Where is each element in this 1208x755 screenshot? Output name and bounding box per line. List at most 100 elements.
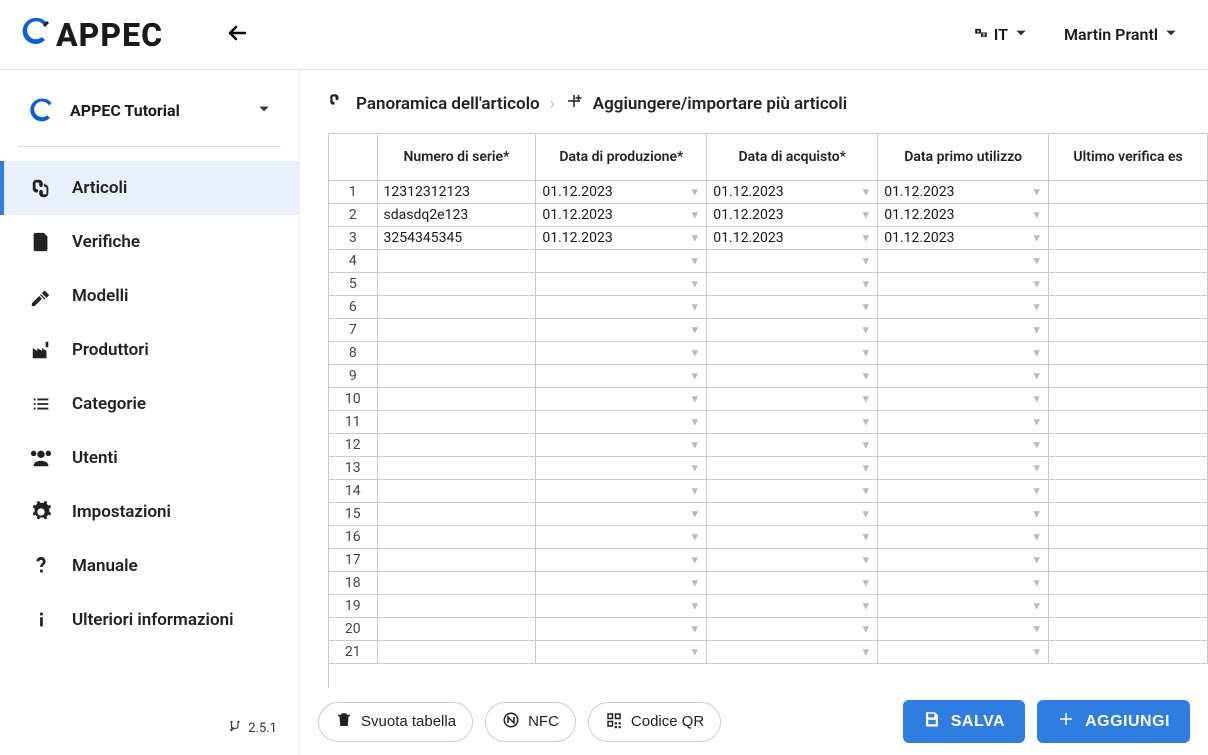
cell-purch-date[interactable]: ▼ (707, 295, 878, 318)
dropdown-icon[interactable]: ▼ (689, 323, 700, 336)
cell-first-use[interactable]: ▼ (878, 594, 1049, 617)
dropdown-icon[interactable]: ▼ (1031, 599, 1042, 612)
cell-serial[interactable]: sdasdq2e123 (377, 203, 536, 226)
cell-first-use[interactable]: ▼ (878, 433, 1049, 456)
dropdown-icon[interactable]: ▼ (860, 415, 871, 428)
dropdown-icon[interactable]: ▼ (860, 484, 871, 497)
cell-first-use[interactable]: ▼ (878, 479, 1049, 502)
dropdown-icon[interactable]: ▼ (860, 392, 871, 405)
dropdown-icon[interactable]: ▼ (1031, 254, 1042, 267)
language-selector[interactable]: A文 IT (964, 19, 1038, 50)
cell-prod-date[interactable]: ▼ (536, 341, 707, 364)
breadcrumb-level1[interactable]: Panoramica dell'articolo (356, 94, 540, 114)
cell-first-use[interactable]: ▼ (878, 410, 1049, 433)
dropdown-icon[interactable]: ▼ (1031, 392, 1042, 405)
cell-first-use[interactable]: ▼ (878, 249, 1049, 272)
cell-purch-date[interactable]: 01.12.2023▼ (707, 203, 878, 226)
cell-prod-date[interactable]: ▼ (536, 617, 707, 640)
sidebar-item-verifiche[interactable]: Verifiche (0, 215, 299, 269)
dropdown-icon[interactable]: ▼ (860, 300, 871, 313)
dropdown-icon[interactable]: ▼ (860, 576, 871, 589)
dropdown-icon[interactable]: ▼ (689, 254, 700, 267)
cell-last-check[interactable] (1049, 180, 1208, 203)
cell-first-use[interactable]: 01.12.2023▼ (878, 203, 1049, 226)
cell-last-check[interactable] (1049, 364, 1208, 387)
cell-serial[interactable] (377, 433, 536, 456)
cell-serial[interactable] (377, 479, 536, 502)
cell-prod-date[interactable]: ▼ (536, 249, 707, 272)
dropdown-icon[interactable]: ▼ (860, 277, 871, 290)
col-last-check[interactable]: Ultimo verifica es (1049, 134, 1208, 180)
sidebar-item-utenti[interactable]: Utenti (0, 431, 299, 485)
cell-purch-date[interactable]: ▼ (707, 571, 878, 594)
cell-last-check[interactable] (1049, 548, 1208, 571)
dropdown-icon[interactable]: ▼ (689, 553, 700, 566)
dropdown-icon[interactable]: ▼ (689, 622, 700, 635)
cell-last-check[interactable] (1049, 410, 1208, 433)
cell-serial[interactable] (377, 295, 536, 318)
dropdown-icon[interactable]: ▼ (1031, 231, 1042, 244)
dropdown-icon[interactable]: ▼ (860, 530, 871, 543)
save-button[interactable]: SALVA (903, 700, 1025, 743)
cell-first-use[interactable]: ▼ (878, 272, 1049, 295)
dropdown-icon[interactable]: ▼ (860, 507, 871, 520)
cell-purch-date[interactable]: ▼ (707, 548, 878, 571)
cell-last-check[interactable] (1049, 433, 1208, 456)
dropdown-icon[interactable]: ▼ (689, 369, 700, 382)
dropdown-icon[interactable]: ▼ (1031, 208, 1042, 221)
dropdown-icon[interactable]: ▼ (689, 438, 700, 451)
cell-last-check[interactable] (1049, 525, 1208, 548)
cell-prod-date[interactable]: ▼ (536, 548, 707, 571)
cell-purch-date[interactable]: ▼ (707, 410, 878, 433)
dropdown-icon[interactable]: ▼ (689, 645, 700, 658)
cell-purch-date[interactable]: 01.12.2023▼ (707, 226, 878, 249)
cell-first-use[interactable]: ▼ (878, 617, 1049, 640)
dropdown-icon[interactable]: ▼ (1031, 323, 1042, 336)
qr-button[interactable]: Codice QR (588, 702, 721, 742)
dropdown-icon[interactable]: ▼ (1031, 461, 1042, 474)
cell-first-use[interactable]: ▼ (878, 640, 1049, 663)
dropdown-icon[interactable]: ▼ (860, 369, 871, 382)
cell-prod-date[interactable]: 01.12.2023▼ (536, 180, 707, 203)
sidebar-item-modelli[interactable]: Modelli (0, 269, 299, 323)
cell-prod-date[interactable]: ▼ (536, 364, 707, 387)
cell-last-check[interactable] (1049, 295, 1208, 318)
dropdown-icon[interactable]: ▼ (860, 185, 871, 198)
dropdown-icon[interactable]: ▼ (860, 231, 871, 244)
dropdown-icon[interactable]: ▼ (1031, 415, 1042, 428)
cell-serial[interactable] (377, 318, 536, 341)
cell-purch-date[interactable]: ▼ (707, 479, 878, 502)
empty-table-button[interactable]: Svuota tabella (318, 702, 473, 742)
cell-prod-date[interactable]: ▼ (536, 479, 707, 502)
cell-last-check[interactable] (1049, 226, 1208, 249)
cell-prod-date[interactable]: ▼ (536, 456, 707, 479)
back-button[interactable] (219, 17, 255, 53)
workspace-selector[interactable]: APPEC Tutorial (10, 88, 289, 132)
cell-prod-date[interactable]: ▼ (536, 571, 707, 594)
dropdown-icon[interactable]: ▼ (1031, 185, 1042, 198)
dropdown-icon[interactable]: ▼ (860, 461, 871, 474)
add-button[interactable]: AGGIUNGI (1037, 700, 1190, 743)
cell-purch-date[interactable]: ▼ (707, 249, 878, 272)
cell-serial[interactable] (377, 272, 536, 295)
dropdown-icon[interactable]: ▼ (689, 231, 700, 244)
dropdown-icon[interactable]: ▼ (1031, 622, 1042, 635)
cell-prod-date[interactable]: ▼ (536, 525, 707, 548)
sidebar-item-categorie[interactable]: Categorie (0, 377, 299, 431)
dropdown-icon[interactable]: ▼ (1031, 576, 1042, 589)
cell-serial[interactable] (377, 387, 536, 410)
dropdown-icon[interactable]: ▼ (860, 208, 871, 221)
cell-serial[interactable] (377, 456, 536, 479)
sidebar-item-produttori[interactable]: Produttori (0, 323, 299, 377)
dropdown-icon[interactable]: ▼ (689, 185, 700, 198)
user-menu[interactable]: Martin Prantl (1054, 19, 1188, 50)
cell-serial[interactable] (377, 364, 536, 387)
dropdown-icon[interactable]: ▼ (1031, 553, 1042, 566)
cell-first-use[interactable]: ▼ (878, 571, 1049, 594)
cell-purch-date[interactable]: ▼ (707, 617, 878, 640)
cell-last-check[interactable] (1049, 617, 1208, 640)
cell-last-check[interactable] (1049, 571, 1208, 594)
dropdown-icon[interactable]: ▼ (860, 599, 871, 612)
dropdown-icon[interactable]: ▼ (689, 507, 700, 520)
dropdown-icon[interactable]: ▼ (689, 599, 700, 612)
